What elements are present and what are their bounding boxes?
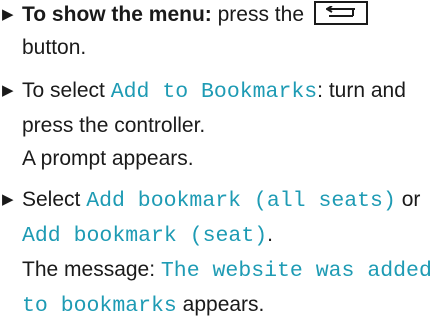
step-text: Select (22, 188, 87, 211)
step-text: To select (22, 79, 111, 102)
step-text: press the (211, 3, 304, 26)
bullet-arrow-icon: ▶ (2, 191, 14, 208)
step-lead: To show the menu: (22, 3, 212, 26)
step-text-end: button. (22, 36, 87, 59)
step-result-end: appears. (176, 293, 265, 316)
step-select-add-to-bookmarks: ▶ To select Add to Bookmarks: turn and p… (2, 74, 442, 175)
menu-option-add-bookmark-seat: Add bookmark (seat) (22, 224, 268, 248)
step-text: . (267, 223, 273, 246)
step-text: or (395, 188, 421, 211)
menu-option-add-bookmark-all-seats: Add bookmark (all seats) (86, 189, 396, 213)
step-result: A prompt appears. (22, 147, 194, 170)
step-show-menu: ▶ To show the menu: press the button. (2, 0, 442, 64)
step-select-add-bookmark: ▶ Select Add bookmark (all seats) or Add… (2, 183, 442, 323)
menu-option-add-to-bookmarks: Add to Bookmarks (110, 80, 318, 104)
back-button-icon (313, 1, 368, 25)
bullet-arrow-icon: ▶ (2, 6, 14, 23)
step-result: The message: (22, 258, 161, 281)
bullet-arrow-icon: ▶ (2, 82, 14, 99)
instruction-page: ▶ To show the menu: press the button. ▶ … (0, 0, 442, 318)
